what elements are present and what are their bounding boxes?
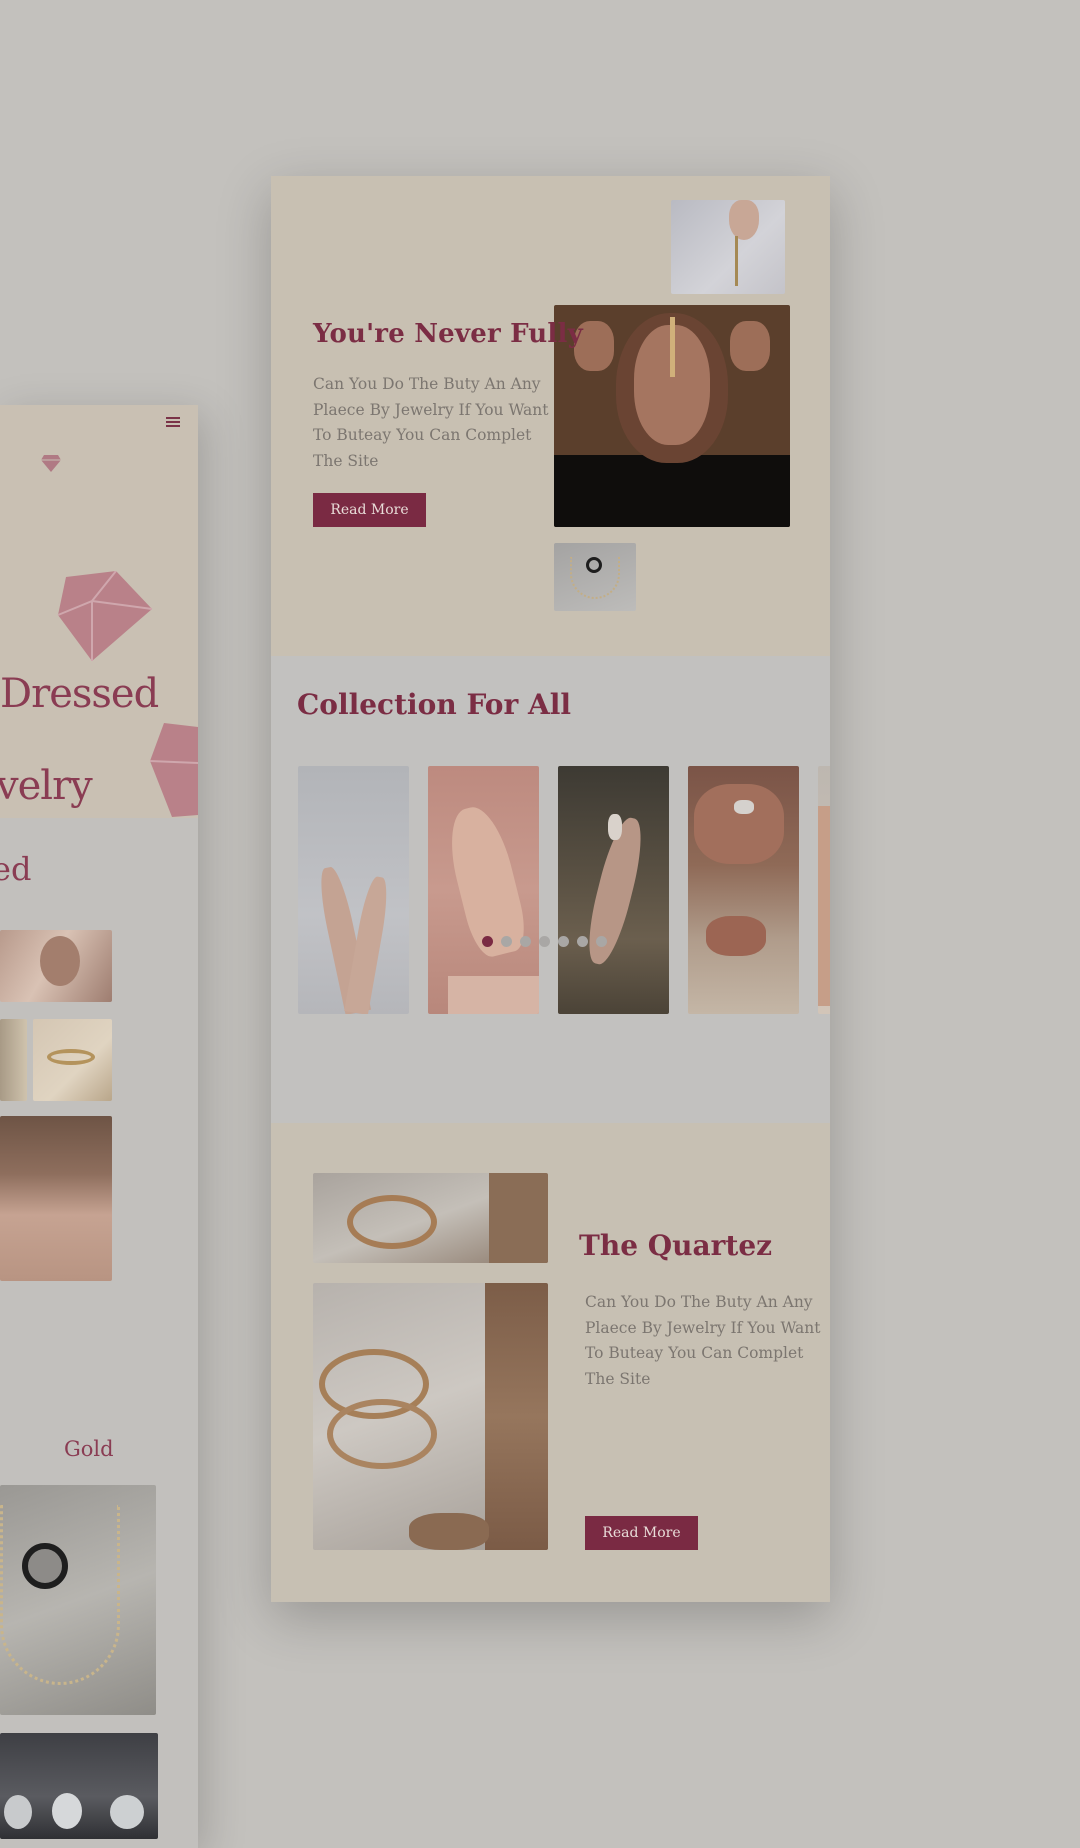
carousel-dot[interactable] bbox=[539, 936, 550, 947]
carousel-pagination bbox=[482, 936, 607, 947]
hero-section: You're Never Fully Can You Do The Buty A… bbox=[271, 176, 830, 656]
carousel-dot[interactable] bbox=[558, 936, 569, 947]
collection-card-4[interactable] bbox=[688, 766, 799, 1014]
collection-section: Collection For All bbox=[271, 656, 830, 1123]
bracelets-closeup-photo bbox=[313, 1283, 548, 1550]
crystal-earrings-photo bbox=[0, 1733, 158, 1839]
carousel-dot[interactable] bbox=[501, 936, 512, 947]
necklace-back-photo bbox=[0, 1116, 112, 1281]
hero-description: Can You Do The Buty An Any Plaece By Jew… bbox=[313, 375, 549, 470]
model-portrait-photo bbox=[554, 305, 790, 527]
tab-gold[interactable]: Gold bbox=[64, 1437, 114, 1461]
collection-title: Collection For All bbox=[297, 688, 571, 721]
collection-card-3[interactable] bbox=[558, 766, 669, 1014]
carousel-dot[interactable] bbox=[520, 936, 531, 947]
quartez-title: The Quartez bbox=[579, 1229, 773, 1262]
collection-card-1[interactable] bbox=[298, 766, 409, 1014]
collection-card-5[interactable] bbox=[818, 766, 830, 1014]
carousel-dot[interactable] bbox=[596, 936, 607, 947]
left-hero-title-line1: Dressed bbox=[0, 671, 159, 717]
hamburger-icon[interactable] bbox=[166, 417, 180, 427]
carousel-dot[interactable] bbox=[577, 936, 588, 947]
main-desktop-mockup: You're Never Fully Can You Do The Buty A… bbox=[271, 176, 830, 1602]
portrait-photo bbox=[0, 930, 112, 1002]
left-hero-title: Dressed velry bbox=[0, 625, 198, 855]
carousel-dot[interactable] bbox=[482, 936, 493, 947]
left-hero-section: Dressed velry bbox=[0, 405, 198, 818]
bracelet-photo bbox=[0, 1019, 27, 1101]
hand-chain-photo bbox=[671, 200, 785, 294]
gold-ring-photo bbox=[33, 1019, 112, 1101]
diamond-logo-icon bbox=[41, 455, 61, 472]
ring-necklace-thumb-photo bbox=[554, 543, 636, 611]
left-hero-title-line2: velry bbox=[0, 763, 93, 809]
collection-card-2[interactable] bbox=[428, 766, 539, 1014]
quartez-section: The Quartez Can You Do The Buty An Any P… bbox=[271, 1123, 830, 1602]
hero-title: You're Never Fully bbox=[313, 319, 583, 349]
quartez-read-more-button[interactable]: Read More bbox=[585, 1516, 698, 1550]
hero-read-more-button[interactable]: Read More bbox=[313, 493, 426, 527]
left-mobile-mockup: Dressed velry ed Gold bbox=[0, 405, 198, 1848]
left-section-title: ed bbox=[0, 850, 32, 888]
bracelets-ribbon-photo bbox=[313, 1173, 548, 1263]
necklace-set-photo bbox=[0, 1485, 156, 1715]
quartez-description: Can You Do The Buty An Any Plaece By Jew… bbox=[585, 1293, 821, 1388]
